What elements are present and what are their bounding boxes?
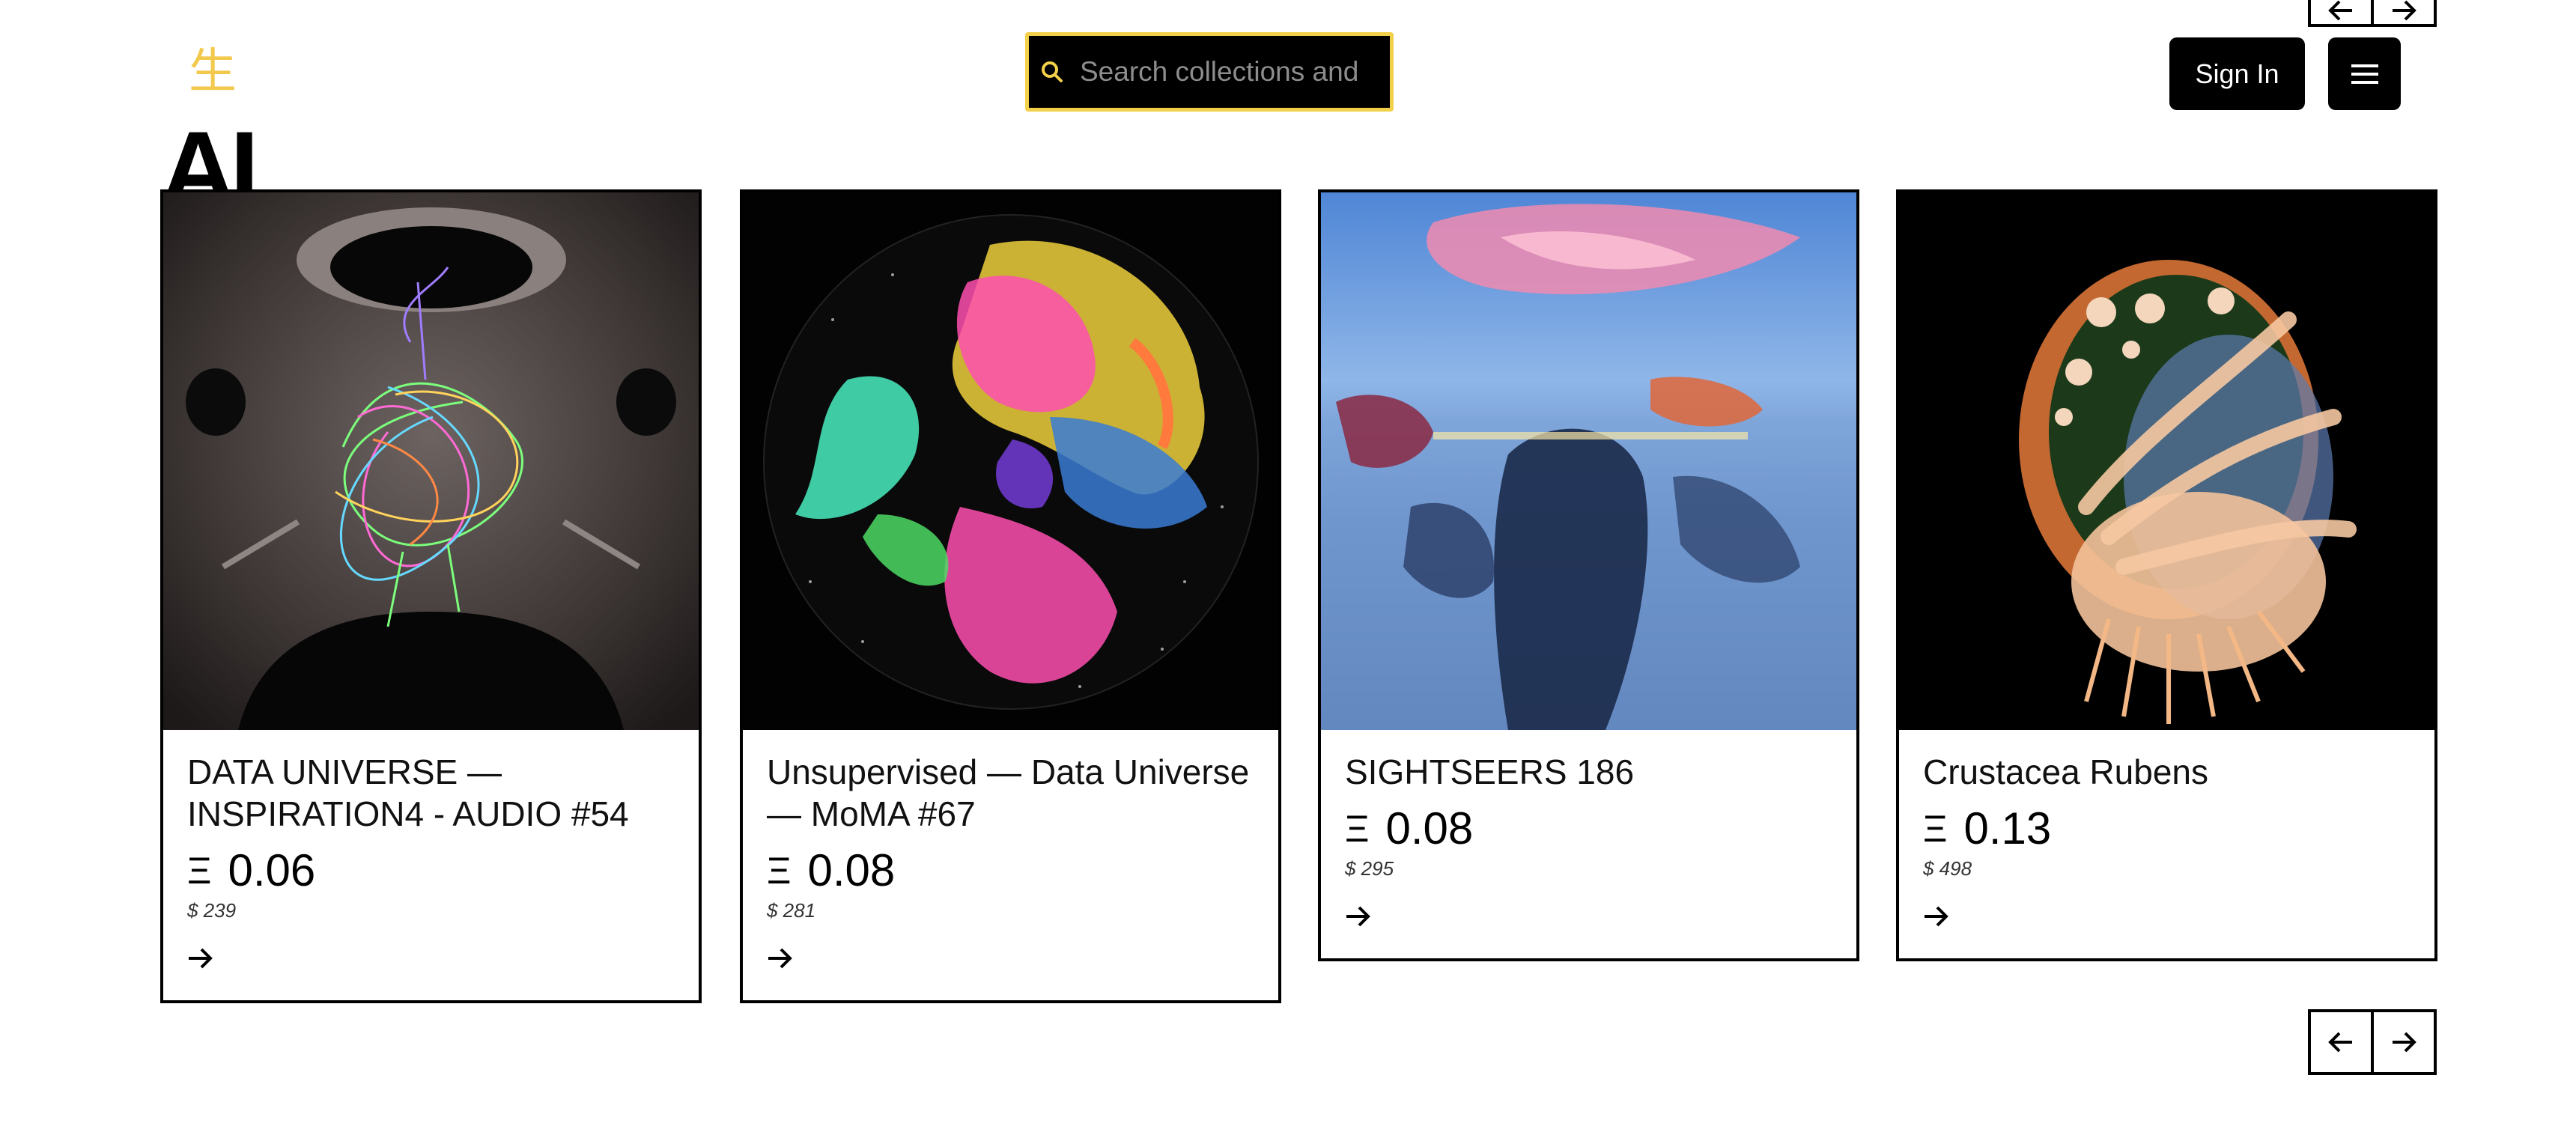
arrow-right-icon — [1925, 906, 1948, 927]
price-eth: 0.08 — [807, 845, 896, 895]
section-title: AI — [160, 112, 253, 192]
nft-artwork — [743, 192, 1278, 730]
view-nft-link[interactable] — [767, 945, 1254, 972]
price-usd: $ 498 — [1923, 857, 1972, 880]
nft-price: Ξ 0.08 — [767, 847, 1254, 895]
carousel-prev-button[interactable] — [2311, 1012, 2371, 1072]
arrow-right-icon — [768, 948, 792, 969]
nft-price: Ξ 0.13 — [1923, 805, 2411, 853]
top-prev-button[interactable] — [2311, 0, 2371, 24]
nft-card[interactable]: DATA UNIVERSE — INSPIRATION4 - AUDIO #54… — [160, 189, 702, 1003]
price-eth: 0.06 — [228, 845, 316, 895]
nft-card[interactable]: SIGHTSEERS 186 Ξ 0.08 $ 295 — [1318, 189, 1859, 961]
nft-card[interactable]: Unsupervised — Data Universe — MoMA #67 … — [740, 189, 1281, 1003]
ethereum-icon: Ξ — [187, 850, 212, 892]
sign-in-button[interactable]: Sign In — [2169, 37, 2305, 110]
hamburger-menu-icon — [2351, 64, 2378, 84]
arrow-right-icon — [2393, 1032, 2416, 1053]
arrow-right-icon — [189, 948, 213, 969]
arrow-left-icon — [2328, 0, 2352, 21]
arrow-right-icon — [2393, 0, 2416, 21]
search-input[interactable]: Search collections and adc — [1080, 56, 1364, 88]
price-usd: $ 295 — [1345, 857, 1394, 880]
price-usd: $ 239 — [187, 899, 237, 922]
nft-artwork — [1899, 192, 2434, 730]
nft-title[interactable]: SIGHTSEERS 186 — [1345, 751, 1832, 793]
top-carousel-nav — [2308, 0, 2437, 27]
price-eth: 0.13 — [1963, 803, 2052, 854]
search-bar[interactable]: Search collections and adc — [1025, 32, 1394, 112]
nft-price: Ξ 0.08 — [1345, 805, 1832, 853]
price-eth: 0.08 — [1385, 803, 1474, 854]
nft-artwork — [163, 192, 699, 730]
nft-artwork — [1321, 192, 1856, 730]
view-nft-link[interactable] — [1923, 903, 2411, 930]
ethereum-icon: Ξ — [1923, 808, 1948, 850]
carousel-nav — [2308, 1009, 2437, 1075]
view-nft-link[interactable] — [1345, 903, 1832, 930]
ethereum-icon: Ξ — [1345, 808, 1370, 850]
price-usd: $ 281 — [767, 899, 816, 922]
ethereum-icon: Ξ — [767, 850, 792, 892]
top-next-button[interactable] — [2371, 0, 2434, 24]
nft-card[interactable]: Crustacea Rubens Ξ 0.13 $ 498 — [1896, 189, 2437, 961]
nft-title[interactable]: Unsupervised — Data Universe — MoMA #67 — [767, 751, 1254, 835]
site-logo[interactable]: 生 — [189, 42, 241, 102]
carousel-next-button[interactable] — [2371, 1012, 2434, 1072]
arrow-right-icon — [1346, 906, 1370, 927]
view-nft-link[interactable] — [187, 945, 675, 972]
menu-button[interactable] — [2328, 37, 2401, 110]
arrow-left-icon — [2328, 1032, 2352, 1053]
search-icon — [1042, 61, 1063, 82]
nft-title[interactable]: Crustacea Rubens — [1923, 751, 2411, 793]
nft-title[interactable]: DATA UNIVERSE — INSPIRATION4 - AUDIO #54 — [187, 751, 675, 835]
nft-price: Ξ 0.06 — [187, 847, 675, 895]
